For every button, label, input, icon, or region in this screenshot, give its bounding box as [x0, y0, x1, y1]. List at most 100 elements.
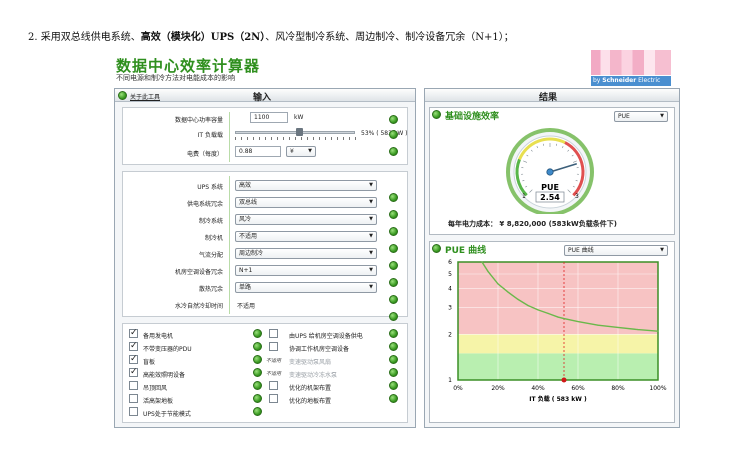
input-panel-header: 关于此工具 输入 — [115, 89, 415, 103]
price-input[interactable]: 0.88 — [235, 146, 281, 157]
pue-zone-band — [458, 334, 658, 354]
help-icon[interactable] — [389, 227, 398, 236]
not-applicable-label: 不适用 — [266, 358, 282, 364]
help-icon[interactable] — [389, 244, 398, 253]
option-select[interactable]: N+1 ▼ — [235, 265, 377, 276]
checkbox[interactable] — [269, 342, 278, 351]
option-select-value: 双总线 — [239, 199, 258, 206]
help-icon[interactable] — [389, 147, 398, 156]
result-panel: 结果 基础设施效率 PUE ▼ PUE 2.54 1 3 每年电力成本： ¥ 8,… — [424, 88, 680, 428]
pue-curve-point — [527, 304, 529, 307]
help-icon[interactable] — [389, 130, 398, 139]
slider-thumb[interactable] — [295, 128, 303, 136]
help-icon[interactable] — [389, 295, 398, 304]
option-label: 供电系统冗余 — [186, 201, 223, 208]
y-tick-label: 6 — [448, 259, 452, 266]
slider-tick — [343, 137, 344, 140]
help-icon[interactable] — [389, 115, 398, 124]
help-icon[interactable] — [389, 381, 398, 390]
gauge-label: PUE — [541, 183, 559, 192]
pue-curve-point — [617, 326, 619, 329]
capacity-unit: kW — [294, 114, 304, 121]
option-label: UPS 系统 — [197, 184, 223, 191]
help-icon[interactable] — [389, 193, 398, 202]
help-icon[interactable] — [389, 210, 398, 219]
help-icon[interactable] — [432, 110, 441, 119]
pue-curve-point — [517, 298, 519, 301]
option-select[interactable]: 单路 ▼ — [235, 282, 377, 293]
option-select[interactable]: 高效 ▼ — [235, 180, 377, 191]
option-select-value: N+1 — [239, 267, 253, 274]
chevron-down-icon: ▼ — [369, 250, 373, 256]
pue-chart: 0% 20% 40% 60% 80% 100% 1 2 3 4 5 6 IT 负载 ( 583 kW ) — [448, 259, 667, 403]
help-icon[interactable] — [253, 329, 262, 338]
checkbox[interactable] — [269, 329, 278, 338]
section-divider — [229, 176, 230, 314]
checkbox[interactable]: ✓ — [129, 342, 138, 351]
efficiency-title: 基础设施效率 — [445, 112, 500, 122]
chevron-down-icon: ▼ — [369, 199, 373, 205]
x-tick-label: 60% — [571, 385, 585, 392]
option-label: 水冷自然冷却时间 — [174, 303, 223, 310]
checkbox[interactable] — [269, 381, 278, 390]
checkbox[interactable] — [129, 394, 138, 403]
option-static-value: 不适用 — [237, 303, 256, 310]
y-tick-label: 1 — [448, 377, 452, 384]
checkbox[interactable]: ✓ — [129, 329, 138, 338]
about-tool-link[interactable]: 关于此工具 — [130, 92, 160, 101]
pue-curve-section: PUE 曲线 PUE 曲线 ▼ 0% 20% 40% 60% 80% 100% 1 2 3 4 5 6 I… — [429, 241, 675, 423]
chevron-down-icon: ▼ — [369, 182, 373, 188]
option-select[interactable]: 双总线 ▼ — [235, 197, 377, 208]
metric-select[interactable]: PUE ▼ — [614, 111, 668, 122]
option-label: 散热冗余 — [198, 286, 223, 293]
checkbox[interactable] — [129, 381, 138, 390]
checkbox[interactable]: ✓ — [129, 368, 138, 377]
help-icon[interactable] — [253, 368, 262, 377]
chevron-down-icon: ▼ — [660, 247, 664, 253]
help-icon[interactable] — [389, 312, 398, 321]
help-icon[interactable] — [253, 381, 262, 390]
it-load-slider[interactable] — [235, 128, 356, 140]
it-load-readout: 53% ( 583 kW ) — [361, 130, 408, 137]
slider-tick — [301, 137, 302, 140]
currency-select[interactable]: ¥ ▼ — [286, 146, 316, 157]
capacity-label: 数据中心功率容量 — [174, 117, 223, 124]
efficiency-section: 基础设施效率 PUE ▼ PUE 2.54 1 3 每年电力成本： ¥ 8,820… — [429, 107, 675, 235]
help-icon[interactable] — [432, 244, 441, 253]
option-select[interactable]: 不适用 ▼ — [235, 231, 377, 242]
help-icon[interactable] — [389, 278, 398, 287]
help-icon[interactable] — [389, 329, 398, 338]
help-icon[interactable] — [389, 342, 398, 351]
help-icon[interactable] — [253, 342, 262, 351]
pue-curve-point — [657, 330, 659, 332]
help-icon[interactable] — [253, 394, 262, 403]
help-icon[interactable] — [389, 394, 398, 403]
help-icon[interactable] — [389, 261, 398, 270]
curve-select[interactable]: PUE 曲线 ▼ — [564, 245, 668, 256]
checkbox-label: 由UPS 给机房空调设备供电 — [289, 333, 363, 340]
help-icon[interactable] — [253, 355, 262, 364]
option-select-value: 周边制冷 — [239, 250, 264, 257]
gauge-min-label: 1 — [522, 193, 526, 200]
pue-curve-point — [507, 291, 509, 293]
option-select-value: 单路 — [239, 284, 252, 291]
slider-tick — [349, 137, 350, 140]
input-panel-title: 输入 — [253, 93, 272, 103]
option-label: 制冷系统 — [198, 218, 223, 225]
option-select[interactable]: 风冷 ▼ — [235, 214, 377, 225]
checkbox[interactable]: ✓ — [129, 355, 138, 364]
slider-tick — [325, 137, 326, 140]
slider-tick — [241, 137, 242, 140]
checkbox[interactable] — [129, 407, 138, 416]
checkbox[interactable] — [269, 394, 278, 403]
option-select[interactable]: 周边制冷 ▼ — [235, 248, 377, 259]
help-icon[interactable] — [389, 368, 398, 377]
logo-prefix: by — [593, 77, 603, 84]
options-section: UPS 系统 高效 ▼ 供电系统冗余 双总线 ▼ 制冷系统 风冷 ▼ 制冷机 不适用 ▼ 气流分配 周边制… — [122, 171, 408, 317]
help-icon[interactable] — [253, 407, 262, 416]
info-icon[interactable] — [118, 91, 127, 100]
slider-tick — [271, 137, 272, 140]
capacity-input[interactable]: 1100 — [250, 112, 288, 123]
y-tick-label: 3 — [448, 305, 452, 312]
help-icon[interactable] — [389, 355, 398, 364]
